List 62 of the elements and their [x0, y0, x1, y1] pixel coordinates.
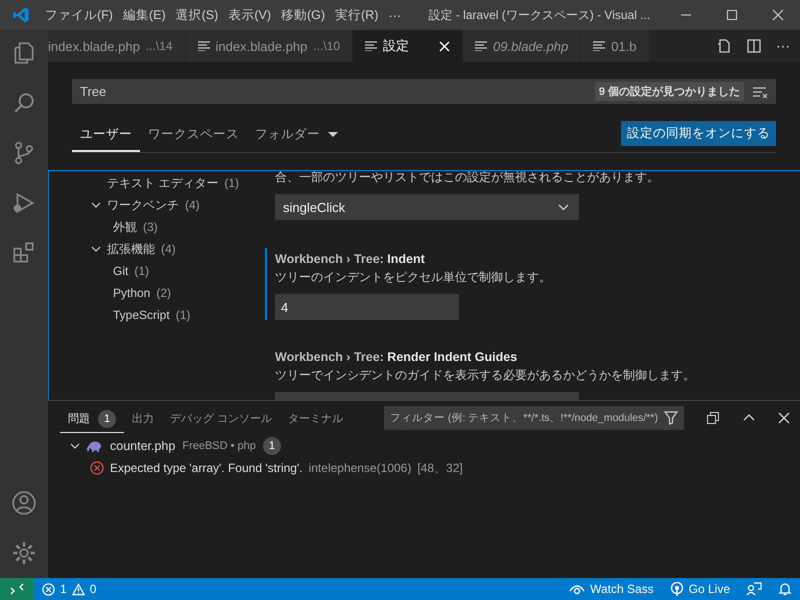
toc-item[interactable]: テキスト エディター (1) — [91, 172, 265, 194]
setting-title: Workbench › Tree: Render Indent Guides — [275, 349, 518, 364]
tab-label: index.blade.php — [48, 38, 140, 54]
toc-item[interactable]: 外観 (3) — [91, 216, 265, 238]
file-name: counter.php — [110, 439, 176, 453]
file-path: FreeBSD • php — [182, 440, 256, 452]
status-item[interactable]: Go Live — [662, 578, 738, 600]
menu-item[interactable]: 選択(S) — [170, 6, 224, 24]
setting-description: ツリーのインデントをピクセル単位で制御します。 — [275, 269, 552, 286]
tab-label: index.blade.php — [216, 38, 308, 54]
problem-location: [48、32] — [417, 460, 463, 476]
error-count: 1 — [60, 582, 67, 596]
problem-source: intelephense(1006) — [308, 461, 412, 475]
sync-button[interactable]: 設定の同期をオンにする — [621, 121, 776, 146]
menu-item[interactable]: 移動(G) — [276, 6, 330, 24]
problems-status[interactable]: 1 0 — [34, 578, 104, 600]
warning-count: 0 — [90, 582, 96, 596]
status-item[interactable]: Watch Sass — [561, 578, 662, 600]
editor-tab[interactable]: 設定 — [353, 30, 463, 62]
menu-item[interactable]: ファイル(F) — [40, 6, 118, 24]
number-field[interactable]: 4 — [275, 294, 459, 320]
problem-message: Expected type 'array'. Found 'string'. — [110, 461, 303, 475]
editor-tab[interactable]: index.blade.php ...\10 — [186, 30, 353, 62]
tab-label: 設定 — [383, 37, 409, 55]
tab-label: 01.b — [611, 38, 636, 54]
scope-tab[interactable]: ユーザー — [72, 126, 140, 152]
status-label: Watch Sass — [590, 582, 654, 596]
editor-tab[interactable]: 01.b — [581, 30, 650, 62]
menu-item[interactable]: 表示(V) — [223, 6, 276, 24]
editor-tab[interactable]: index.blade.php ...\14 — [48, 30, 186, 62]
problem-row[interactable]: Expected type 'array'. Found 'string'. intelephense(1006) [48、32] — [48, 457, 800, 479]
result-count: 9 個の設定が見つかりました — [594, 82, 744, 101]
tab-path: ...\10 — [313, 39, 340, 53]
setting-description: 合、一部のツリーやリストではこの設定が無視されることがあります。 — [275, 171, 660, 186]
tab-label: 09.blade.php — [493, 38, 568, 54]
editor-tab[interactable]: 09.blade.php — [463, 30, 582, 62]
count-badge: 1 — [98, 410, 116, 428]
scope-tab[interactable]: ワークスペース — [140, 126, 247, 152]
panel-tab[interactable]: ターミナル — [280, 405, 352, 431]
filter-field[interactable]: フィルター (例: テキスト、**/*.ts、!**/node_modules/**) — [384, 406, 684, 430]
toc-item[interactable]: TypeScript (1) — [91, 304, 265, 326]
status-label: Go Live — [688, 582, 730, 596]
search-field[interactable]: Tree 9 個の設定が見つかりました — [72, 79, 776, 104]
window-title: 設定 - laravel (ワークスペース) - Visual ... — [428, 6, 650, 24]
menu-item[interactable]: 実行(R) — [330, 6, 384, 24]
toc-item[interactable]: ワークベンチ (4) — [91, 194, 265, 216]
scope-tab[interactable]: フォルダー — [247, 126, 346, 152]
toc-item[interactable]: Git (1) — [91, 260, 265, 282]
count-badge: 1 — [262, 437, 281, 455]
setting-title: Workbench › Tree: Indent — [275, 251, 426, 266]
panel-tab[interactable]: 出力 — [124, 405, 162, 431]
dropdown[interactable]: singleClick — [275, 194, 579, 220]
toc-item[interactable]: 拡張機能 (4) — [91, 238, 265, 260]
menu-item[interactable]: 編集(E) — [118, 6, 171, 24]
problem-file-row[interactable]: counter.php FreeBSD • php 1 — [48, 435, 800, 457]
toc-item[interactable]: Python (2) — [91, 282, 265, 304]
more-menu-button[interactable]: ⋯ — [383, 8, 406, 22]
panel-tab[interactable]: 問題 1 — [60, 404, 124, 432]
setting-description: ツリーでインシデントのガイドを表示する必要があるかどうかを制御します。 — [275, 367, 696, 384]
tab-path: ...\14 — [146, 39, 172, 53]
more-actions-button[interactable]: ⋯ — [776, 38, 790, 54]
panel-tab[interactable]: デバッグ コンソール — [162, 405, 280, 431]
